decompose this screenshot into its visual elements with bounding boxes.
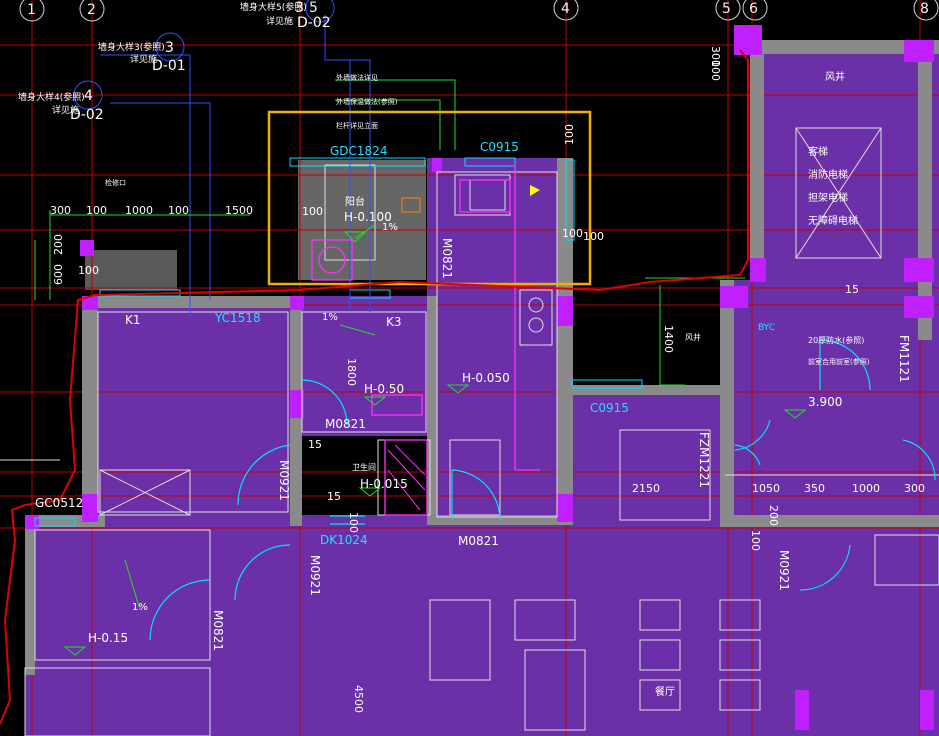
bedroom-fill [82, 296, 292, 516]
hatch [387, 444, 426, 511]
storage-fill [572, 385, 722, 525]
cad-drawing: 1 2 3 5 4 5 6 8 墙身大样3(参照) 详见施 墙身大样4(参照) … [0, 0, 939, 736]
balcony-fill [298, 160, 426, 280]
grid-bubbles [19, 0, 939, 22]
ac-fill [85, 250, 177, 290]
floor-plan-svg [0, 0, 939, 736]
shaft-fill [750, 40, 939, 285]
